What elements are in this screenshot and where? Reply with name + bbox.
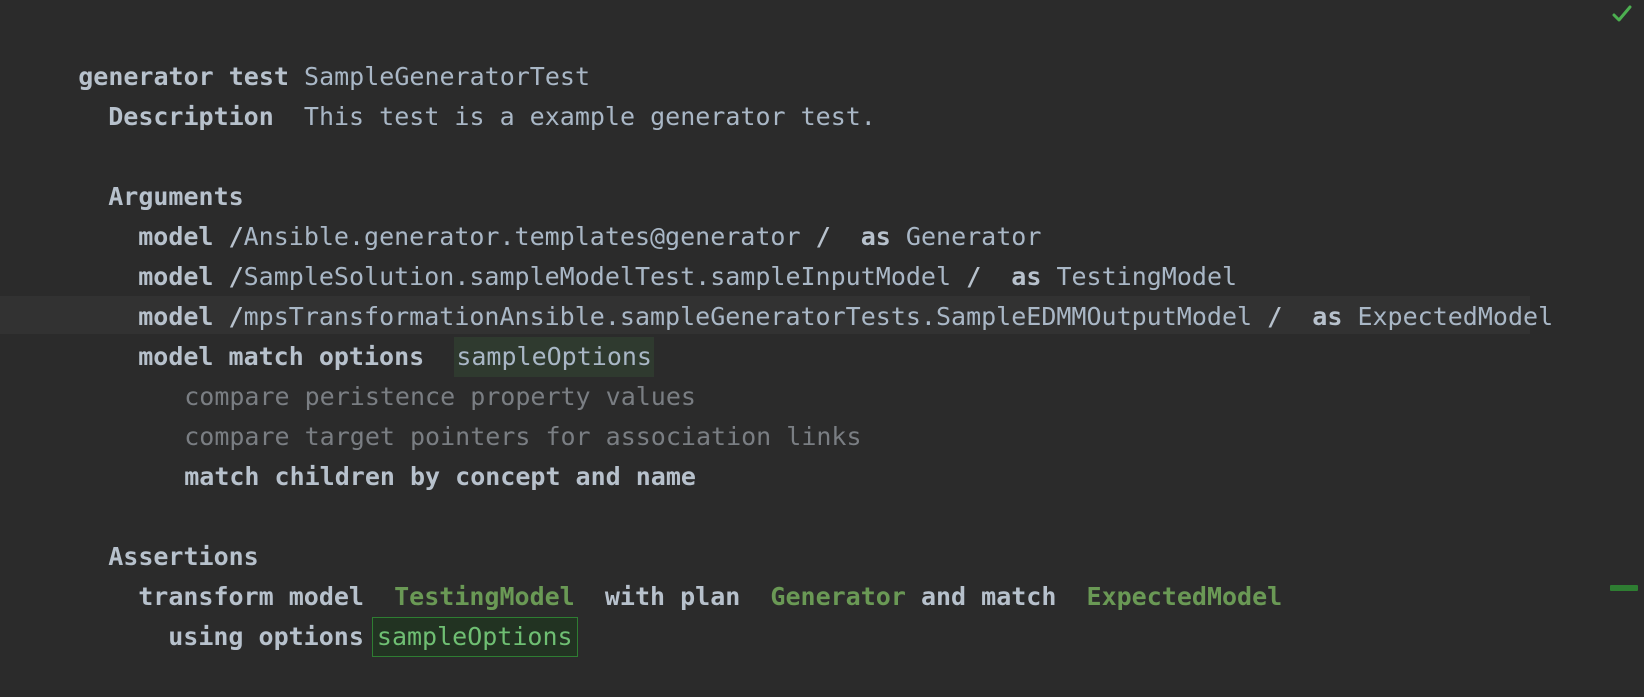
- match-options-row[interactable]: model match options sampleOptions: [78, 297, 1584, 377]
- using-options-row[interactable]: using options sampleOptions: [108, 577, 1584, 657]
- description-label: Description: [108, 102, 274, 131]
- arguments-line: Arguments: [48, 137, 1584, 211]
- assertions-line: Assertions: [48, 497, 1584, 571]
- checkmark-icon: [1612, 5, 1632, 22]
- model-argument-row[interactable]: model /SampleSolution.sampleModelTest.sa…: [78, 217, 1584, 291]
- using-options-keyword: using options: [168, 622, 364, 651]
- option-item[interactable]: match children by concept and name: [124, 417, 1584, 491]
- option-label[interactable]: match children by concept and name: [184, 462, 696, 491]
- model-argument-row[interactable]: model /Ansible.generator.templates@gener…: [78, 177, 1584, 251]
- option-item[interactable]: compare peristence property values: [124, 337, 1584, 411]
- model-argument-row[interactable]: model /mpsTransformationAnsible.sampleGe…: [78, 257, 1584, 331]
- option-item[interactable]: compare target pointers for association …: [124, 377, 1584, 451]
- scroll-marker: [1610, 585, 1638, 591]
- header-line[interactable]: generator test SampleGeneratorTest: [18, 17, 1584, 91]
- options-ref[interactable]: sampleOptions: [371, 617, 578, 657]
- code-editor[interactable]: generator test SampleGeneratorTest Descr…: [0, 0, 1644, 672]
- description-line[interactable]: Description This test is a example gener…: [48, 57, 1584, 131]
- description-text[interactable]: This test is a example generator test.: [304, 102, 876, 131]
- transform-assertion-row[interactable]: transform model TestingModel with plan G…: [78, 537, 1584, 611]
